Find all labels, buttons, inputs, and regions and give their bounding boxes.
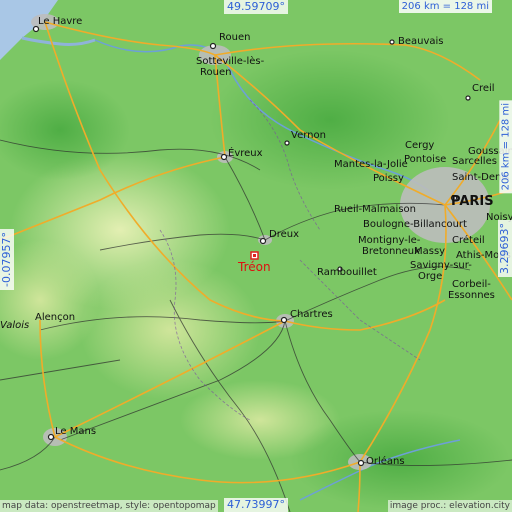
map-credit: map data: openstreetmap, style: opentopo… [0, 500, 218, 512]
south-latitude-label: 47.73997° [224, 498, 288, 512]
city-label-cergy: Cergy [405, 140, 434, 151]
city-label-le-havre: Le Havre [38, 16, 82, 27]
city-label-poissy: Poissy [373, 173, 404, 184]
city-label-montigny: Montigny-le- [358, 235, 421, 246]
city-label-orleans: Orléans [366, 455, 405, 467]
city-label-creil: Creil [472, 83, 495, 94]
city-label-corbeil: Corbeil- [452, 279, 491, 290]
image-credit: image proc.: elevation.city [387, 500, 512, 512]
city-label-dreux: Dreux [269, 229, 299, 240]
topographic-map[interactable]: Le Havre Rouen Sotteville-lès- Rouen Bea… [0, 0, 512, 512]
city-label-bretonneux: Bretonneux [362, 246, 420, 257]
city-label-savigny: Savigny-sur- [410, 260, 472, 271]
city-label-chartres: Chartres [290, 309, 333, 320]
city-label-rueil: Rueil-Malmaison [334, 204, 416, 215]
city-label-alencon: Alençon [35, 312, 75, 323]
city-label-orge: Orge [418, 271, 442, 282]
west-longitude-label: -0.07957° [0, 229, 14, 290]
city-label-beauvais: Beauvais [398, 36, 444, 47]
city-label-paris: PARIS [451, 194, 494, 209]
scale-bar-horizontal: 206 km = 128 mi [398, 0, 492, 13]
city-label-sarcelles: Sarcelles [452, 156, 497, 167]
city-label-sotteville-2: Rouen [200, 67, 231, 78]
city-label-creteil: Créteil [452, 234, 485, 246]
city-label-boulogne: Boulogne-Billancourt [363, 219, 467, 230]
city-label-valois: Valois [0, 320, 29, 331]
city-label-evreux: Évreux [228, 146, 263, 159]
city-label-rouen: Rouen [219, 32, 250, 43]
terrain-lowland [210, 50, 450, 190]
city-label-massy: Massy [414, 246, 445, 257]
city-label-pontoise: Pontoise [404, 154, 446, 165]
city-label-rambouillet: Rambouillet [317, 267, 377, 278]
scale-bar-vertical: 206 km = 128 mi [499, 100, 512, 194]
city-label-mantes: Mantes-la-Jolie [334, 159, 408, 170]
city-label-essonnes: Essonnes [448, 290, 495, 301]
city-label-sotteville: Sotteville-lès- [196, 55, 265, 67]
target-location-label: Tréon [237, 260, 271, 274]
east-longitude-label: 3.29693° [498, 220, 512, 277]
target-location-dot [253, 254, 256, 257]
terrain-highland [80, 260, 260, 400]
city-label-vernon: Vernon [291, 130, 326, 141]
city-label-le-mans: Le Mans [55, 426, 96, 437]
north-latitude-label: 49.59709° [224, 0, 288, 14]
